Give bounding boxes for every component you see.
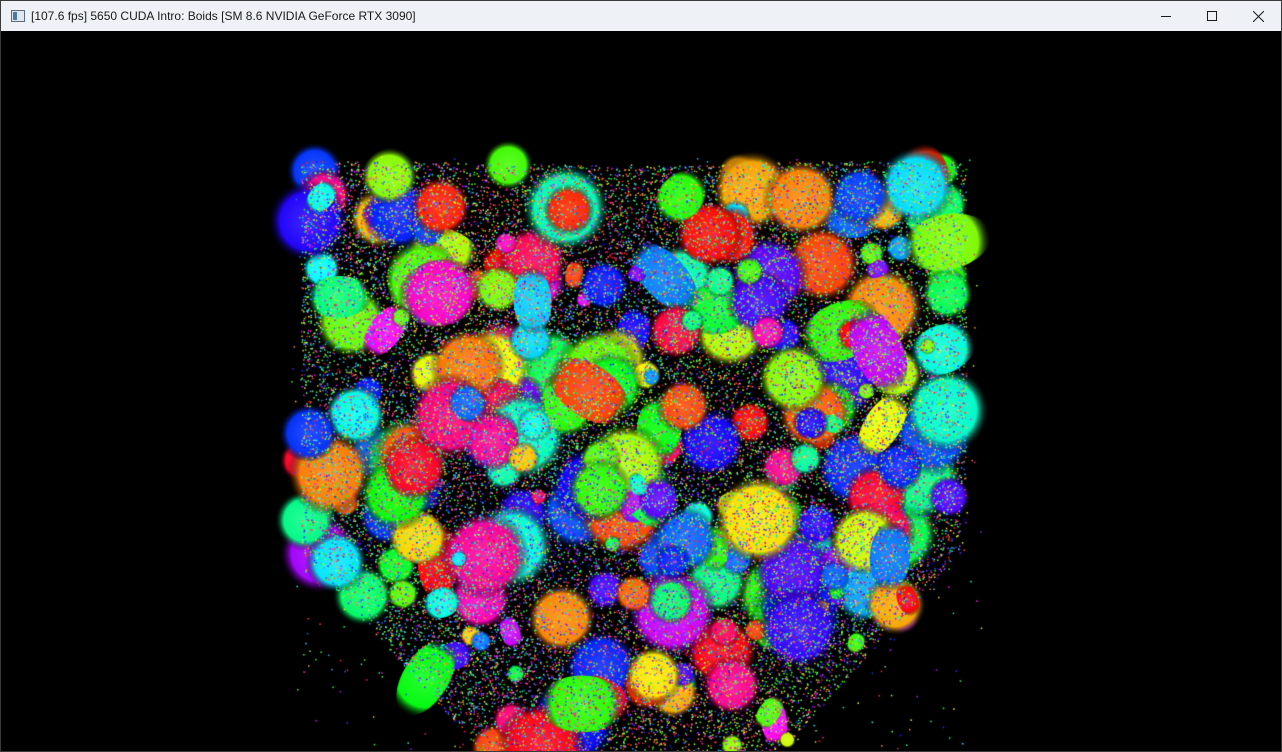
window-controls	[1143, 1, 1281, 31]
boids-particle-cloud	[1, 31, 1281, 751]
close-button[interactable]	[1235, 1, 1281, 31]
minimize-button[interactable]	[1143, 1, 1189, 31]
window-title: [107.6 fps] 5650 CUDA Intro: Boids [SM 8…	[31, 9, 416, 23]
boids-window: [107.6 fps] 5650 CUDA Intro: Boids [SM 8…	[0, 0, 1282, 752]
maximize-button[interactable]	[1189, 1, 1235, 31]
maximize-icon	[1207, 11, 1217, 21]
app-window-icon[interactable]	[11, 10, 25, 22]
simulation-viewport[interactable]	[1, 31, 1281, 751]
close-icon	[1252, 10, 1264, 22]
minimize-icon	[1161, 16, 1171, 17]
title-bar[interactable]: [107.6 fps] 5650 CUDA Intro: Boids [SM 8…	[1, 1, 1281, 31]
